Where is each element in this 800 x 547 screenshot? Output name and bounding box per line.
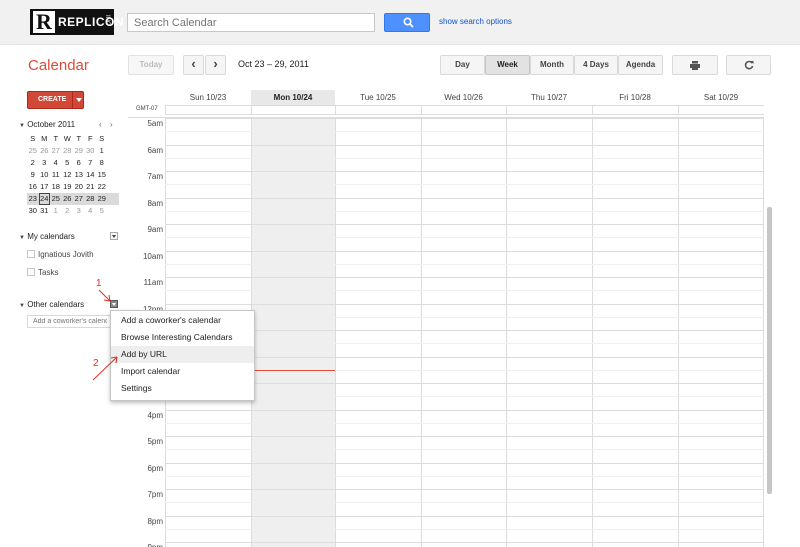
annotation-arrow-icon — [98, 289, 111, 302]
annotation-arrows — [92, 289, 118, 381]
annotation-arrow-icon — [92, 356, 118, 381]
